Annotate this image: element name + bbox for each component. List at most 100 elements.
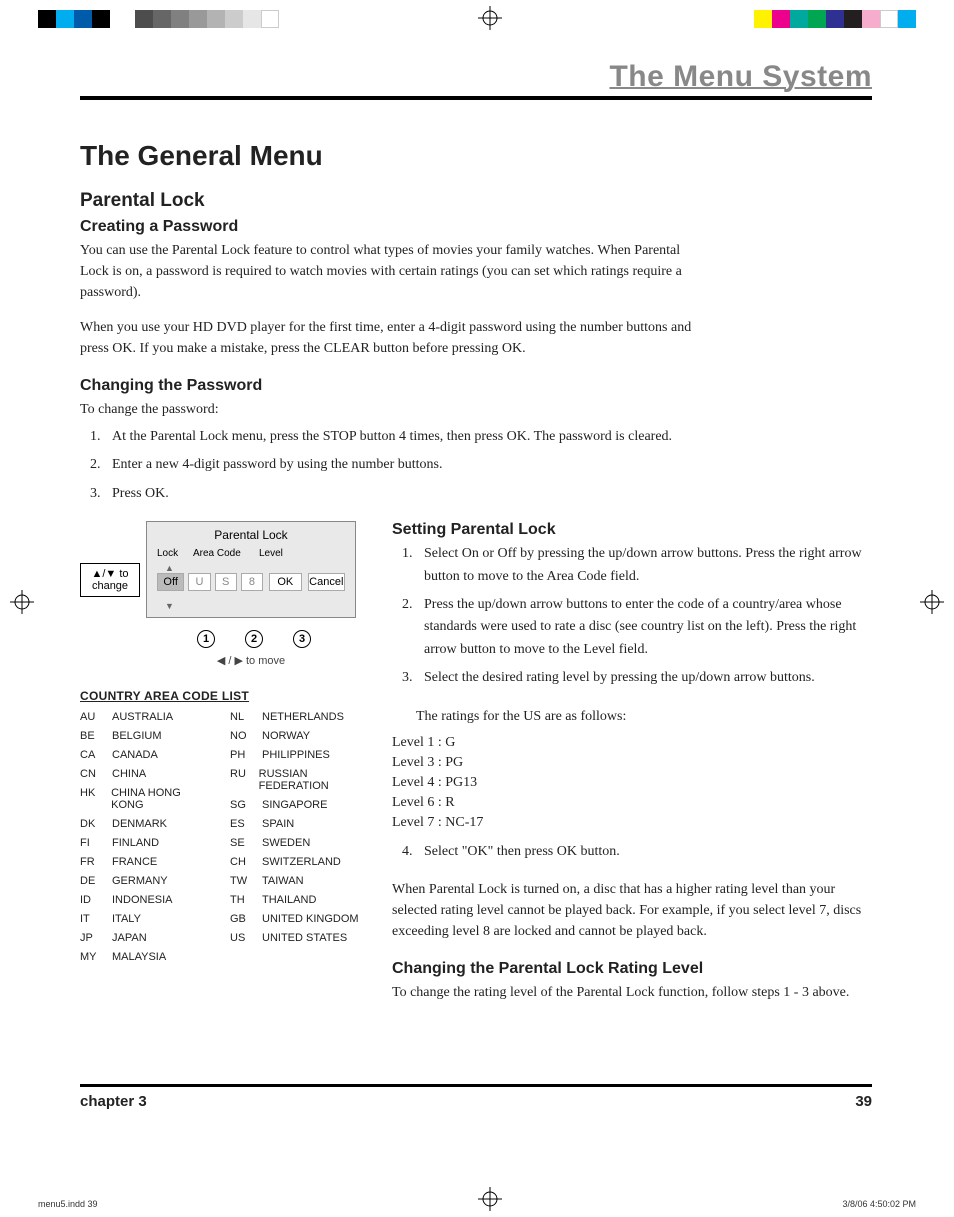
rating: Level 6 : R <box>392 795 872 811</box>
country-code: TH <box>230 894 252 906</box>
step: Enter a new 4-digit password by using th… <box>104 454 872 476</box>
para: When Parental Lock is turned on, a disc … <box>392 879 872 942</box>
country-code: CH <box>230 856 252 868</box>
country-item: RU RUSSIAN FEDERATION <box>230 768 362 792</box>
country-name: PHILIPPINES <box>262 749 330 761</box>
country-code: ES <box>230 818 252 830</box>
step: Press OK. <box>104 483 872 505</box>
hint-up-down: ▲/▼ to change <box>80 563 140 597</box>
country-code: SG <box>230 799 252 811</box>
country-name: AUSTRALIA <box>112 711 173 723</box>
country-item: NL NETHERLANDS <box>230 711 362 723</box>
country-item: AUAUSTRALIA <box>80 711 212 723</box>
country-code: FR <box>80 856 102 868</box>
country-item: PH PHILIPPINES <box>230 749 362 761</box>
registration-mark-icon <box>478 6 502 30</box>
heading-change-password: Changing the Password <box>80 377 872 395</box>
country-item: JPJAPAN <box>80 932 212 944</box>
country-item: IDINDONESIA <box>80 894 212 906</box>
step: Select "OK" then press OK button. <box>416 841 872 863</box>
country-name: NETHERLANDS <box>262 711 344 723</box>
page-number: 39 <box>855 1093 872 1110</box>
heading-parental-lock: Parental Lock <box>80 190 872 212</box>
country-code: SE <box>230 837 252 849</box>
country-name: SWEDEN <box>262 837 310 849</box>
country-code: TW <box>230 875 252 887</box>
ratings-list: Level 1 : G Level 3 : PG Level 4 : PG13 … <box>392 735 872 831</box>
chapter-label: chapter 3 <box>80 1093 147 1110</box>
country-name: MALAYSIA <box>112 951 166 963</box>
heading-change-level: Changing the Parental Lock Rating Level <box>392 960 872 978</box>
hint-left-right: ◀ / ▶ to move <box>140 654 362 667</box>
country-item: MYMALAYSIA <box>80 951 212 963</box>
country-name: INDONESIA <box>112 894 173 906</box>
country-code: FI <box>80 837 102 849</box>
country-code: RU <box>230 768 249 792</box>
steps-change-password: At the Parental Lock menu, press the STO… <box>104 426 872 505</box>
country-item: SE SWEDEN <box>230 837 362 849</box>
country-name: SPAIN <box>262 818 294 830</box>
slug-file: menu5.indd 39 <box>38 1199 98 1209</box>
country-code: PH <box>230 749 252 761</box>
country-code: BE <box>80 730 102 742</box>
country-name: FINLAND <box>112 837 159 849</box>
country-name: CANADA <box>112 749 158 761</box>
marker-1: 1 <box>197 630 215 648</box>
osd-cancel-button: Cancel <box>308 573 345 591</box>
country-name: CHINA HONG KONG <box>111 787 212 811</box>
country-item: IT ITALY <box>80 913 212 925</box>
country-item: HK CHINA HONG KONG <box>80 787 212 811</box>
country-name: UNITED KINGDOM <box>262 913 359 925</box>
slug-timestamp: 3/8/06 4:50:02 PM <box>842 1199 916 1209</box>
country-code: NO <box>230 730 252 742</box>
country-item: TH THAILAND <box>230 894 362 906</box>
heading-setting-lock: Setting Parental Lock <box>392 521 872 539</box>
color-bar-left <box>38 10 110 28</box>
running-head: The Menu System <box>80 60 872 100</box>
country-code: IT <box>80 913 102 925</box>
country-item: USUNITED STATES <box>230 932 362 944</box>
step: Press the up/down arrow buttons to enter… <box>416 594 872 661</box>
country-name: RUSSIAN FEDERATION <box>259 768 362 792</box>
country-item: TWTAIWAN <box>230 875 362 887</box>
page-body: The Menu System The General Menu Parenta… <box>80 60 872 1110</box>
para: The ratings for the US are as follows: <box>416 706 872 727</box>
page-title: The General Menu <box>80 140 872 172</box>
marker-3: 3 <box>293 630 311 648</box>
osd-field-area2: S <box>215 573 237 591</box>
osd-field-area1: U <box>188 573 210 591</box>
rating: Level 3 : PG <box>392 755 872 771</box>
osd-ok-button: OK <box>269 573 301 591</box>
country-name: UNITED STATES <box>262 932 347 944</box>
country-name: BELGIUM <box>112 730 162 742</box>
para: To change the rating level of the Parent… <box>392 982 872 1003</box>
steps-setting-lock-cont: Select "OK" then press OK button. <box>416 841 872 863</box>
registration-mark-icon <box>10 590 34 614</box>
country-item: ES SPAIN <box>230 818 362 830</box>
color-bar-right <box>754 10 916 28</box>
registration-mark-icon <box>920 590 944 614</box>
country-code: HK <box>80 787 101 811</box>
country-name: DENMARK <box>112 818 167 830</box>
triangle-down-icon: ▼ <box>147 601 355 617</box>
country-code: GB <box>230 913 252 925</box>
rating: Level 1 : G <box>392 735 872 751</box>
country-list-title: COUNTRY AREA CODE LIST <box>80 689 362 703</box>
country-code: CA <box>80 749 102 761</box>
country-name: THAILAND <box>262 894 316 906</box>
grey-step-wedge <box>135 10 279 28</box>
country-name: SINGAPORE <box>262 799 327 811</box>
step: At the Parental Lock menu, press the STO… <box>104 426 872 448</box>
country-name: GERMANY <box>112 875 168 887</box>
country-name: FRANCE <box>112 856 157 868</box>
country-code: NL <box>230 711 252 723</box>
country-item: CNCHINA <box>80 768 212 780</box>
country-code: DE <box>80 875 102 887</box>
osd-label-level: Level <box>259 548 295 559</box>
marker-2: 2 <box>245 630 263 648</box>
country-item: FR FRANCE <box>80 856 212 868</box>
country-name: ITALY <box>112 913 141 925</box>
country-item: DE GERMANY <box>80 875 212 887</box>
chapter-footer: chapter 3 39 <box>80 1084 872 1110</box>
country-name: SWITZERLAND <box>262 856 341 868</box>
